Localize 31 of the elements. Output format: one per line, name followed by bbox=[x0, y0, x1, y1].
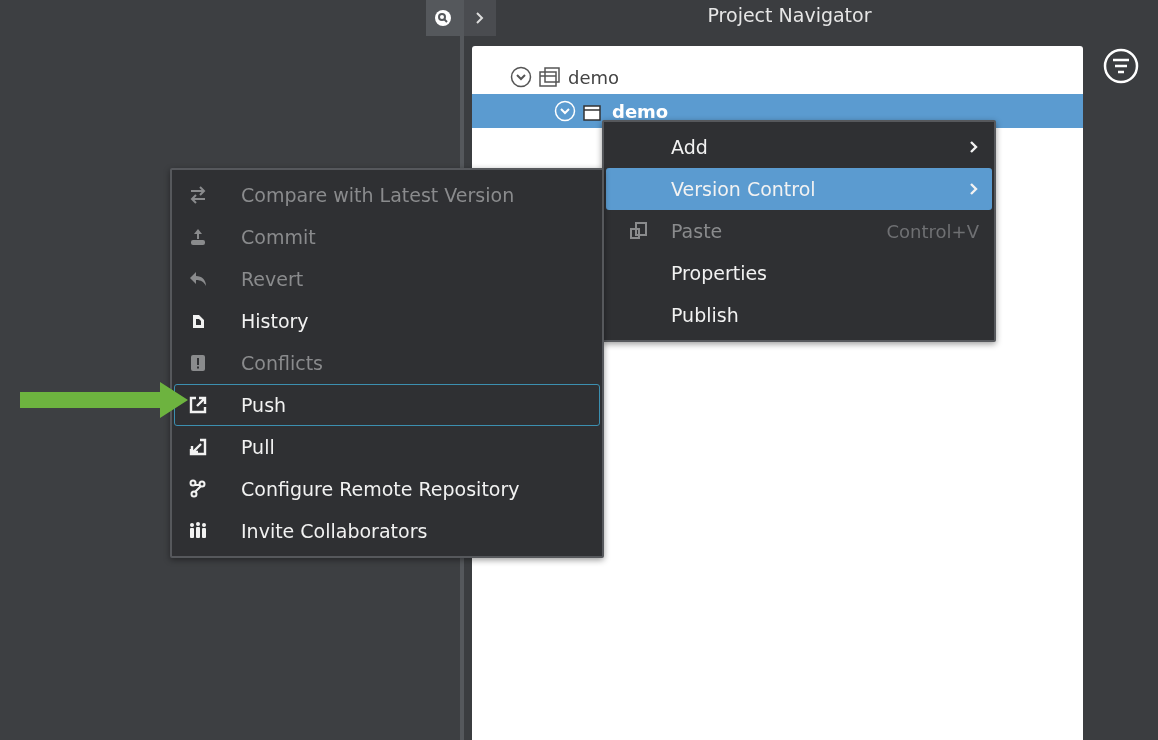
collapse-toggle-icon[interactable] bbox=[510, 66, 532, 88]
shortcut-text: Control+V bbox=[886, 220, 979, 242]
people-icon bbox=[188, 521, 208, 541]
linked-nodes-icon bbox=[188, 479, 208, 499]
import-arrow-icon bbox=[188, 437, 208, 457]
expand-button[interactable] bbox=[464, 0, 496, 36]
menu-item[interactable]: Publish bbox=[606, 294, 992, 336]
export-arrow-icon bbox=[188, 395, 208, 415]
menu-item[interactable]: Configure Remote Repository bbox=[174, 468, 600, 510]
chevron-right-icon bbox=[969, 182, 979, 196]
search-icon bbox=[434, 9, 452, 27]
filter-menu-icon[interactable] bbox=[1102, 48, 1139, 84]
panel-title: Project Navigator bbox=[706, 4, 873, 26]
upload-tray-icon bbox=[188, 227, 208, 247]
tree-label: demo bbox=[612, 100, 669, 122]
menu-item[interactable]: Add bbox=[606, 126, 992, 168]
chevron-right-icon bbox=[969, 140, 979, 154]
paste-icon bbox=[629, 221, 649, 241]
pointer-arrow-icon bbox=[20, 380, 190, 420]
chevron-right-icon bbox=[475, 11, 485, 25]
menu-item[interactable]: History bbox=[174, 300, 600, 342]
swap-arrows-icon bbox=[188, 185, 208, 205]
tree-row[interactable]: demo bbox=[472, 60, 1083, 94]
stacked-windows-icon bbox=[538, 66, 562, 88]
menu-item[interactable]: Invite Collaborators bbox=[174, 510, 600, 552]
search-button[interactable] bbox=[426, 0, 460, 36]
exclamation-icon bbox=[188, 353, 208, 373]
menu-item[interactable]: Properties bbox=[606, 252, 992, 294]
tree-label: demo bbox=[568, 66, 620, 88]
menu-item[interactable]: Push bbox=[174, 384, 600, 426]
menu-item[interactable]: Pull bbox=[174, 426, 600, 468]
